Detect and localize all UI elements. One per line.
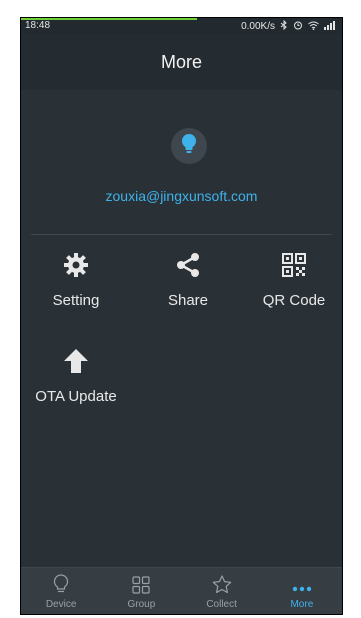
tab-more[interactable]: More [262, 568, 342, 614]
bottom-tab-bar: Device Group Collect More [21, 567, 342, 614]
grid-icon [132, 576, 150, 599]
divider [31, 234, 332, 235]
tab-label: Group [127, 599, 156, 610]
menu-item-label: Setting [52, 292, 100, 309]
network-speed: 0.00K/s [241, 21, 275, 32]
qr-code-icon [281, 252, 307, 278]
status-icons: 0.00K/s [241, 19, 338, 33]
avatar[interactable] [171, 128, 207, 164]
wifi-icon [308, 21, 319, 33]
menu-item-label: QR Code [262, 292, 326, 309]
phone-screen: 18:48 0.00K/s More zouxia@jingxunsoft.co… [20, 17, 343, 615]
bulb-icon [180, 133, 198, 160]
menu-item-qr-code[interactable]: QR Code [249, 252, 339, 309]
menu-item-label: OTA Update [35, 388, 117, 405]
menu-item-label: Share [167, 292, 209, 309]
gear-icon [63, 252, 89, 278]
tab-label: Collect [206, 599, 237, 610]
user-email: zouxia@jingxunsoft.com [105, 188, 258, 204]
tab-collect[interactable]: Collect [182, 568, 262, 614]
tab-group[interactable]: Group [101, 568, 181, 614]
dots-icon [292, 584, 312, 599]
bulb-outline-icon [53, 574, 69, 599]
page-title: More [160, 51, 202, 72]
menu-item-ota-update[interactable]: OTA Update [31, 348, 121, 405]
bluetooth-icon [280, 19, 288, 33]
tab-device[interactable]: Device [21, 568, 101, 614]
star-outline-icon [212, 575, 232, 599]
tab-label: Device [45, 599, 77, 610]
share-icon [175, 252, 201, 278]
title-bar: More [21, 34, 342, 90]
menu-item-setting[interactable]: Setting [31, 252, 121, 309]
alarm-icon [293, 20, 303, 33]
arrow-up-icon [63, 348, 89, 374]
menu-item-share[interactable]: Share [143, 252, 233, 309]
status-time: 18:48 [25, 20, 51, 31]
signal-icon [324, 20, 338, 33]
tab-label: More [290, 599, 314, 610]
status-bar: 18:48 0.00K/s [21, 18, 342, 34]
